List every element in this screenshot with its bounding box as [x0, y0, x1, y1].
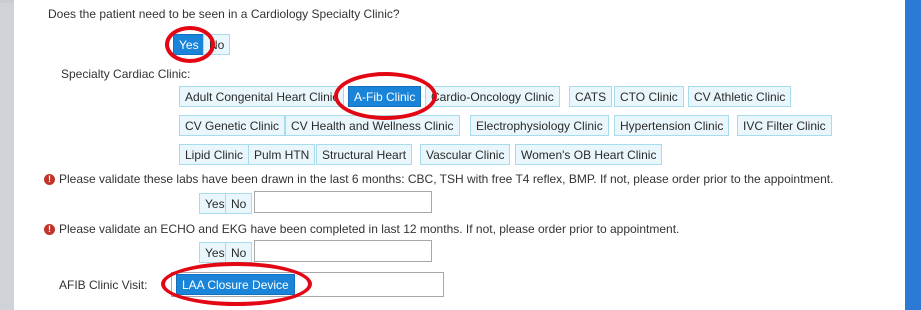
cardiology-question-label: Does the patient need to be seen in a Ca…: [48, 7, 400, 21]
exclamation-circle-icon: !: [44, 224, 55, 235]
clinic-option-cv-genetic[interactable]: CV Genetic Clinic: [179, 115, 286, 136]
echo-warning-text: Please validate an ECHO and EKG have bee…: [59, 222, 680, 236]
clinic-option-lipid[interactable]: Lipid Clinic: [179, 144, 250, 165]
cardiology-yes-button[interactable]: Yes: [173, 34, 205, 55]
afib-visit-label: AFIB Clinic Visit:: [59, 278, 148, 292]
afib-visit-selected-option[interactable]: LAA Closure Device: [176, 274, 295, 295]
echo-no-button[interactable]: No: [225, 242, 253, 263]
clinic-option-cv-athletic[interactable]: CV Athletic Clinic: [688, 86, 792, 107]
exclamation-circle-icon: !: [44, 174, 55, 185]
cardiology-no-button[interactable]: No: [203, 34, 231, 55]
labs-no-button[interactable]: No: [225, 193, 253, 214]
clinic-option-womens-ob-heart[interactable]: Women's OB Heart Clinic: [515, 144, 663, 165]
clinic-option-vascular[interactable]: Vascular Clinic: [420, 144, 511, 165]
clinic-option-cats[interactable]: CATS: [569, 86, 613, 107]
right-edge-bar: [905, 0, 921, 310]
form-panel: Does the patient need to be seen in a Ca…: [14, 0, 905, 310]
clinic-option-structural-heart[interactable]: Structural Heart: [316, 144, 413, 165]
clinic-option-cto[interactable]: CTO Clinic: [614, 86, 684, 107]
clinic-option-cardio-oncology[interactable]: Cardio-Oncology Clinic: [425, 86, 560, 107]
clinic-option-hypertension[interactable]: Hypertension Clinic: [614, 115, 730, 136]
clinic-option-pulm-htn[interactable]: Pulm HTN: [248, 144, 316, 165]
clinic-option-cv-health-wellness[interactable]: CV Health and Wellness Clinic: [285, 115, 460, 136]
clinic-option-ivc-filter[interactable]: IVC Filter Clinic: [737, 115, 832, 136]
clinic-option-electrophysiology[interactable]: Electrophysiology Clinic: [470, 115, 609, 136]
afib-visit-select[interactable]: LAA Closure Device: [171, 272, 444, 297]
labs-comment-input[interactable]: [254, 191, 432, 213]
specialty-clinic-label: Specialty Cardiac Clinic:: [61, 67, 191, 81]
cutoff-text-row: [26, 302, 886, 310]
clinic-option-afib[interactable]: A-Fib Clinic: [348, 86, 422, 107]
echo-comment-input[interactable]: [254, 240, 432, 262]
clinic-option-adult-congenital[interactable]: Adult Congenital Heart Clinic: [179, 86, 345, 107]
labs-warning-text: Please validate these labs have been dra…: [59, 172, 834, 186]
